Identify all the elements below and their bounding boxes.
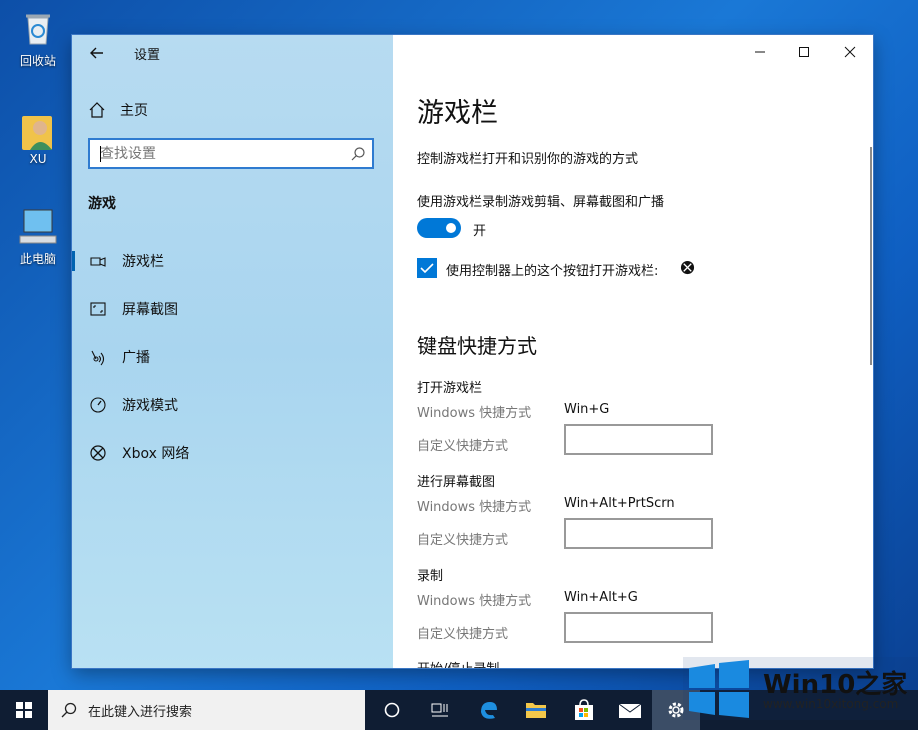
windows-shortcut-value: Win+Alt+G	[564, 590, 638, 605]
desktop-icon-label: XU	[29, 152, 47, 166]
page-title: 游戏栏	[417, 98, 498, 129]
desktop-icon-this-pc[interactable]: 此电脑	[8, 206, 68, 267]
start-button[interactable]	[0, 690, 48, 730]
windows-shortcut-label: Windows 快捷方式	[417, 500, 532, 515]
broadcast-icon	[91, 350, 105, 366]
recycle-bin-icon	[18, 8, 58, 48]
custom-shortcut-input[interactable]	[564, 612, 713, 643]
minimize-icon	[755, 51, 765, 53]
maximize-button[interactable]	[781, 35, 827, 69]
sidebar-item-label: 游戏模式	[122, 398, 178, 414]
toggle-state-label: 开	[473, 224, 487, 239]
sidebar-item-game-mode[interactable]: 游戏模式	[72, 388, 393, 422]
store-icon	[575, 699, 593, 720]
taskbar-search-placeholder: 在此键入进行搜索	[88, 704, 193, 720]
close-button[interactable]	[827, 35, 873, 69]
windows-shortcut-value: Win+G	[564, 402, 610, 417]
sidebar-item-broadcast[interactable]: 广播	[72, 340, 393, 374]
computer-icon	[18, 206, 58, 246]
screenshot-icon	[90, 302, 106, 316]
record-toggle[interactable]	[417, 218, 461, 238]
watermark-logo: Win10之家 www.win10xitong.com	[683, 657, 918, 720]
close-icon	[844, 46, 856, 58]
sidebar-item-xbox-network[interactable]: Xbox 网络	[72, 436, 393, 470]
record-setting-label: 使用游戏栏录制游戏剪辑、屏幕截图和广播	[417, 195, 665, 210]
sidebar-item-label: 广播	[122, 350, 150, 366]
folder-icon	[526, 703, 546, 718]
custom-shortcut-input[interactable]	[564, 518, 713, 549]
settings-sidebar: 设置 主页 游戏 游戏栏 屏幕	[72, 35, 393, 668]
search-icon	[351, 147, 365, 161]
edge-icon	[481, 702, 497, 719]
desktop-icon-label: 回收站	[19, 54, 56, 68]
windows-shortcut-label: Windows 快捷方式	[417, 594, 532, 609]
xbox-icon	[90, 445, 106, 461]
cortana-button[interactable]	[368, 690, 416, 730]
task-view-button[interactable]	[416, 690, 464, 730]
shortcut-title: 开始/停止录制	[417, 658, 499, 668]
minimize-button[interactable]	[737, 35, 783, 69]
desktop-icon-user-folder[interactable]: XU	[8, 108, 68, 166]
windows-shortcut-label: Windows 快捷方式	[417, 406, 532, 421]
custom-shortcut-label: 自定义快捷方式	[417, 439, 509, 454]
sidebar-item-label: Xbox 网络	[122, 446, 190, 462]
task-view-icon	[431, 703, 448, 717]
home-icon	[89, 102, 105, 118]
xbox-button-icon	[680, 260, 695, 275]
window-title: 设置	[134, 48, 161, 63]
game-mode-icon	[90, 397, 106, 413]
mail-button[interactable]	[606, 690, 654, 730]
taskbar-search-box[interactable]: 在此键入进行搜索	[48, 690, 365, 730]
shortcut-title: 进行屏幕截图	[417, 475, 496, 490]
home-label: 主页	[120, 103, 148, 119]
mail-icon	[618, 703, 642, 718]
file-explorer-button[interactable]	[512, 690, 560, 730]
shortcut-title: 录制	[417, 569, 444, 584]
cortana-icon	[384, 702, 400, 718]
shortcut-title: 打开游戏栏	[417, 381, 483, 396]
sidebar-section-title: 游戏	[88, 196, 116, 212]
watermark-name: Win10之家	[763, 670, 908, 700]
page-description: 控制游戏栏打开和识别你的游戏的方式	[417, 152, 639, 167]
keyboard-shortcuts-heading: 键盘快捷方式	[417, 334, 537, 358]
scrollbar[interactable]	[870, 147, 872, 365]
user-folder-icon	[18, 108, 58, 150]
custom-shortcut-label: 自定义快捷方式	[417, 627, 509, 642]
toggle-knob	[446, 223, 456, 233]
controller-checkbox-label: 使用控制器上的这个按钮打开游戏栏:	[446, 264, 659, 279]
sidebar-item-home[interactable]: 主页	[88, 99, 148, 121]
store-button[interactable]	[560, 690, 608, 730]
sidebar-item-game-bar[interactable]: 游戏栏	[72, 244, 393, 278]
settings-window: 设置 主页 游戏 游戏栏 屏幕	[72, 35, 873, 668]
game-bar-icon	[90, 257, 106, 267]
sidebar-item-label: 游戏栏	[122, 254, 164, 270]
settings-search[interactable]	[88, 138, 374, 169]
settings-content: 游戏栏 控制游戏栏打开和识别你的游戏的方式 使用游戏栏录制游戏剪辑、屏幕截图和广…	[393, 35, 873, 668]
windows-logo-icon	[16, 702, 32, 718]
sidebar-item-screenshot[interactable]: 屏幕截图	[72, 292, 393, 326]
search-input[interactable]	[98, 140, 342, 168]
checkmark-icon	[420, 263, 434, 274]
back-arrow-icon	[90, 47, 103, 59]
watermark-url: www.win10xitong.com	[763, 697, 899, 711]
edge-button[interactable]	[464, 690, 512, 730]
custom-shortcut-label: 自定义快捷方式	[417, 533, 509, 548]
desktop-icon-label: 此电脑	[19, 252, 56, 266]
maximize-icon	[799, 47, 809, 57]
sidebar-item-label: 屏幕截图	[122, 302, 178, 318]
search-icon	[61, 702, 77, 718]
custom-shortcut-input[interactable]	[564, 424, 713, 455]
back-button[interactable]	[86, 42, 108, 64]
controller-checkbox[interactable]	[417, 258, 437, 278]
windows-shortcut-value: Win+Alt+PrtScrn	[564, 496, 675, 511]
text-caret	[100, 146, 101, 162]
desktop-icon-recycle-bin[interactable]: 回收站	[8, 8, 68, 69]
windows-logo-icon	[689, 660, 749, 718]
